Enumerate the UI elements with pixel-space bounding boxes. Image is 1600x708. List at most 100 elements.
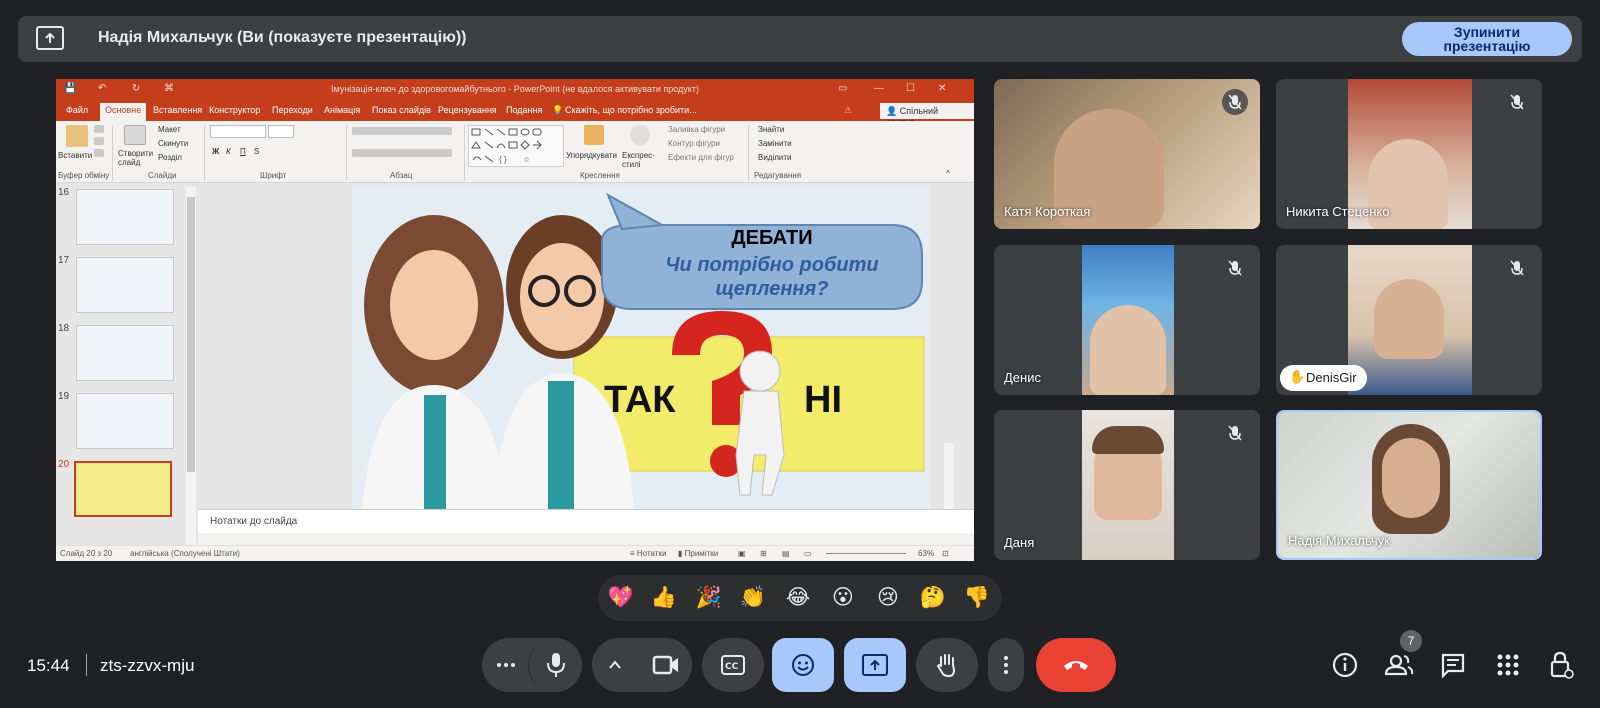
quick-styles-icon[interactable] [630,125,650,145]
minimize-icon[interactable]: — [874,83,884,94]
tab-insert[interactable]: Вставлення [153,105,202,115]
format-painter-icon[interactable] [94,149,104,157]
slideshow-view-icon[interactable]: ▭ [804,549,812,558]
participant-tile[interactable]: Никита Стеценко [1276,79,1542,229]
tab-design[interactable]: Конструктор [209,105,260,115]
slide-thumbnail-19[interactable] [76,393,174,449]
find-button[interactable]: Знайти [758,125,784,134]
tab-review[interactable]: Рецензування [438,105,497,115]
slide-thumbnail-20[interactable] [74,461,172,517]
ribbon-separator [748,125,749,181]
arrange-icon[interactable] [584,125,604,145]
reaction-sparkling-heart[interactable]: 💖 [606,585,636,611]
participant-tile[interactable]: Даня [994,410,1260,560]
participant-tile[interactable]: Катя Короткая [994,79,1260,229]
notes-toggle[interactable]: ≡ Нотатки [630,549,666,558]
tab-transitions[interactable]: Переходи [272,105,313,115]
tab-home[interactable]: Основне [100,103,147,121]
reaction-clapping[interactable]: 👏 [738,585,768,611]
camera-button[interactable] [638,638,692,692]
present-now-button[interactable] [844,638,906,692]
new-slide-label[interactable]: Створити слайд [118,149,158,167]
paragraph-controls[interactable] [352,127,452,135]
tell-me-input[interactable]: Скажіть, що потрібно зробити... [565,105,697,115]
chevron-up-icon[interactable] [608,658,622,672]
notes-icon: ≡ [630,549,637,558]
close-icon[interactable]: ✕ [938,83,946,94]
captions-button[interactable]: CC [702,638,764,692]
stop-presenting-button[interactable]: Зупинити презентацію [1402,22,1572,56]
font-name-select[interactable] [210,125,266,138]
mic-off-icon [1504,255,1530,281]
notes-pane[interactable]: Нотатки до слайда [198,509,974,533]
more-dots-icon[interactable] [496,658,516,672]
copy-icon[interactable] [94,137,104,145]
collapse-ribbon-icon[interactable]: ^ [946,169,950,178]
reaction-thumbs-down[interactable]: 👎 [962,585,992,611]
reset-button[interactable]: Скинути [158,139,188,148]
reactions-button[interactable] [772,638,834,692]
reading-view-icon[interactable]: ▤ [782,549,790,558]
tab-slideshow[interactable]: Показ слайдів [372,105,431,115]
slide-sorter-icon[interactable]: ⊞ [760,549,767,558]
tab-file[interactable]: Файл [66,105,88,115]
fit-slide-icon[interactable]: ⊡ [942,549,949,558]
people-icon[interactable] [1381,647,1417,683]
reaction-thinking[interactable]: 🤔 [918,585,948,611]
slide-scrollbar[interactable] [944,443,954,509]
reaction-laughing[interactable]: 😂 [783,585,813,611]
activities-grid-icon[interactable] [1490,647,1526,683]
tab-view[interactable]: Подання [506,105,542,115]
section-button[interactable]: Розділ [158,153,182,162]
participant-tile[interactable]: Денис [994,245,1260,395]
quick-styles-label[interactable]: Експрес-стилі [622,151,662,169]
underline-icon[interactable]: П [240,147,246,156]
bold-icon[interactable]: Ж [212,147,219,156]
maximize-icon[interactable]: ☐ [906,83,915,94]
slide-thumbnail-18[interactable] [76,325,174,381]
layout-button[interactable]: Макет [158,125,181,134]
arrange-label[interactable]: Упорядкувати [566,151,617,160]
comments-toggle[interactable]: ▮ Примітки [678,549,718,558]
shapes-gallery[interactable]: { } ☆ [468,125,564,167]
normal-view-icon[interactable]: ▣ [738,549,746,558]
zoom-level[interactable]: 63% [918,549,934,558]
ribbon-display-icon[interactable]: ▭ [838,83,847,94]
zoom-slider[interactable] [826,553,906,554]
participant-tile-active-speaker[interactable]: Надія Михальчук [1276,410,1542,560]
select-button[interactable]: Виділити [758,153,792,162]
microphone-button[interactable] [528,638,582,692]
italic-icon[interactable]: К [226,147,231,156]
cut-icon[interactable] [94,125,104,133]
thumbnails-scrollbar[interactable] [186,187,196,547]
raise-hand-button[interactable] [916,638,978,692]
slide-thumbnail-16[interactable] [76,189,174,245]
participant-tile[interactable]: ✋ DenisGir [1276,245,1542,395]
reaction-surprised[interactable]: 😮 [828,585,858,611]
meeting-code[interactable]: zts-zzvx-mju [100,656,194,676]
font-size-select[interactable] [268,125,294,138]
reaction-party-popper[interactable]: 🎉 [694,585,724,611]
chat-icon[interactable] [1435,647,1471,683]
reaction-crying[interactable]: 😢 [873,585,903,611]
reaction-thumbs-up[interactable]: 👍 [649,585,679,611]
paste-icon[interactable] [66,125,88,147]
slide-thumbnail-17[interactable] [76,257,174,313]
shape-effects-button[interactable]: Ефекти для фігур [668,153,734,162]
shape-outline-button[interactable]: Контур фігури [668,139,720,148]
leave-call-button[interactable] [1036,638,1116,692]
shape-fill-button[interactable]: Заливка фігури [668,125,725,134]
shadow-icon[interactable]: S [254,147,259,156]
meeting-info-icon[interactable] [1327,647,1363,683]
replace-button[interactable]: Замінити [758,139,792,148]
current-slide[interactable]: ДЕБАТИ Чи потрібно робити щеплення? ТАК … [352,185,930,511]
language-indicator[interactable]: англійська (Сполучені Штати) [130,549,240,558]
alignment-controls[interactable] [352,149,452,157]
tab-animation[interactable]: Анімація [324,105,360,115]
more-options-button[interactable] [988,638,1024,692]
host-controls-lock-icon[interactable] [1543,647,1579,683]
notes-placeholder: Нотатки до слайда [210,516,298,527]
share-button[interactable]: 👤 Спільний доступ [880,103,974,127]
paste-label[interactable]: Вставити [58,151,92,160]
new-slide-icon[interactable] [124,125,146,145]
